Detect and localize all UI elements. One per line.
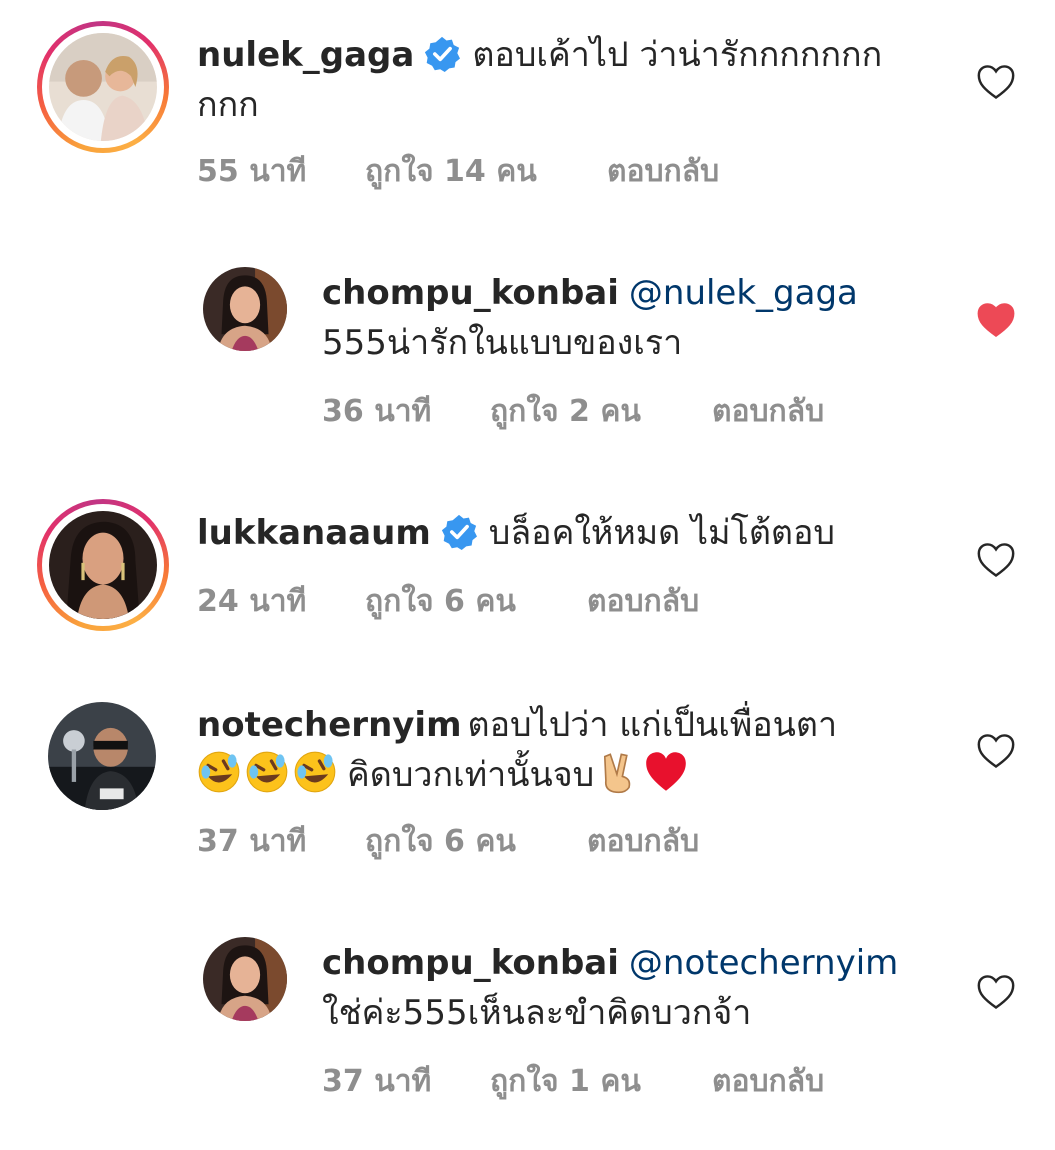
comment-body-line2: คิดบวกเท่านั้นจบ [347,755,595,795]
avatar [49,33,157,141]
comment-body: ใช่ค่ะ555เห็นละขำคิดบวกจ้า [322,993,752,1033]
comment-body: บล็อคให้หมด ไม่โต้ตอบ [488,513,835,553]
reply-button[interactable]: ตอบกลับ [712,1058,824,1105]
avatar [203,937,287,1021]
likes-count[interactable]: ถูกใจ 1 คน [490,1058,712,1105]
avatar-wrap[interactable] [203,937,287,1021]
avatar-story-ring[interactable] [37,499,169,631]
avatar [49,511,157,619]
reply-button[interactable]: ตอบกลับ [587,818,699,865]
comment-text: chompu_konbai @notechernyim ใช่ค่ะ555เห็น… [322,938,942,1038]
comment-meta: 55 นาที ถูกใจ 14 คน ตอบกลับ [197,148,719,195]
comment-time: 36 นาที [322,394,432,429]
username[interactable]: chompu_konbai [322,943,619,983]
reply-button[interactable]: ตอบกลับ [712,388,824,435]
rolling-laughing-emoji [197,750,241,794]
red-heart-emoji [644,750,688,794]
likes-count[interactable]: ถูกใจ 6 คน [365,818,587,865]
heart-filled-icon[interactable] [976,302,1016,338]
comment-text: chompu_konbai @nulek_gaga 555น่ารักในแบบข… [322,268,942,368]
comment-text: nulek_gaga ตอบเค้าไป ว่าน่ารักกกกกกกกกก [197,30,937,130]
avatar [203,267,287,351]
avatar-story-ring[interactable] [37,21,169,153]
comment-text: notechernyim ตอบไปว่า แก่เป็นเพื่อนตา คิด… [197,700,957,800]
username[interactable]: notechernyim [197,705,462,745]
comment-time: 55 นาที [197,154,307,189]
heart-outline-icon[interactable] [976,542,1016,578]
verified-badge-icon [424,36,461,72]
rolling-laughing-emoji [245,750,289,794]
username[interactable]: nulek_gaga [197,35,414,75]
username[interactable]: lukkanaaum [197,513,431,553]
comment-meta: 36 นาที ถูกใจ 2 คน ตอบกลับ [322,388,824,435]
victory-hand-emoji [596,750,640,794]
comment-body: 555น่ารักในแบบของเรา [322,323,683,363]
avatar-wrap[interactable] [48,702,156,810]
avatar [48,702,156,810]
heart-outline-icon[interactable] [976,733,1016,769]
heart-outline-icon[interactable] [976,64,1016,100]
username[interactable]: chompu_konbai [322,273,619,313]
comment-body-line1: ตอบไปว่า แก่เป็นเพื่อนตา [467,705,838,745]
likes-count[interactable]: ถูกใจ 6 คน [365,578,587,625]
comment-meta: 37 นาที ถูกใจ 1 คน ตอบกลับ [322,1058,824,1105]
reply-button[interactable]: ตอบกลับ [607,148,719,195]
likes-count[interactable]: ถูกใจ 2 คน [490,388,712,435]
heart-outline-icon[interactable] [976,974,1016,1010]
reply-button[interactable]: ตอบกลับ [587,578,699,625]
comment-text: lukkanaaum บล็อคให้หมด ไม่โต้ตอบ [197,508,937,558]
comment-time: 37 นาที [322,1064,432,1099]
rolling-laughing-emoji [293,750,337,794]
comment-time: 24 นาที [197,584,307,619]
comment-meta: 37 นาที ถูกใจ 6 คน ตอบกลับ [197,818,699,865]
avatar-wrap[interactable] [203,267,287,351]
mention-link[interactable]: @nulek_gaga [629,273,858,313]
verified-badge-icon [441,514,477,550]
comment-time: 37 นาที [197,824,307,859]
comment-meta: 24 นาที ถูกใจ 6 คน ตอบกลับ [197,578,699,625]
mention-link[interactable]: @notechernyim [629,943,898,983]
likes-count[interactable]: ถูกใจ 14 คน [365,148,607,195]
